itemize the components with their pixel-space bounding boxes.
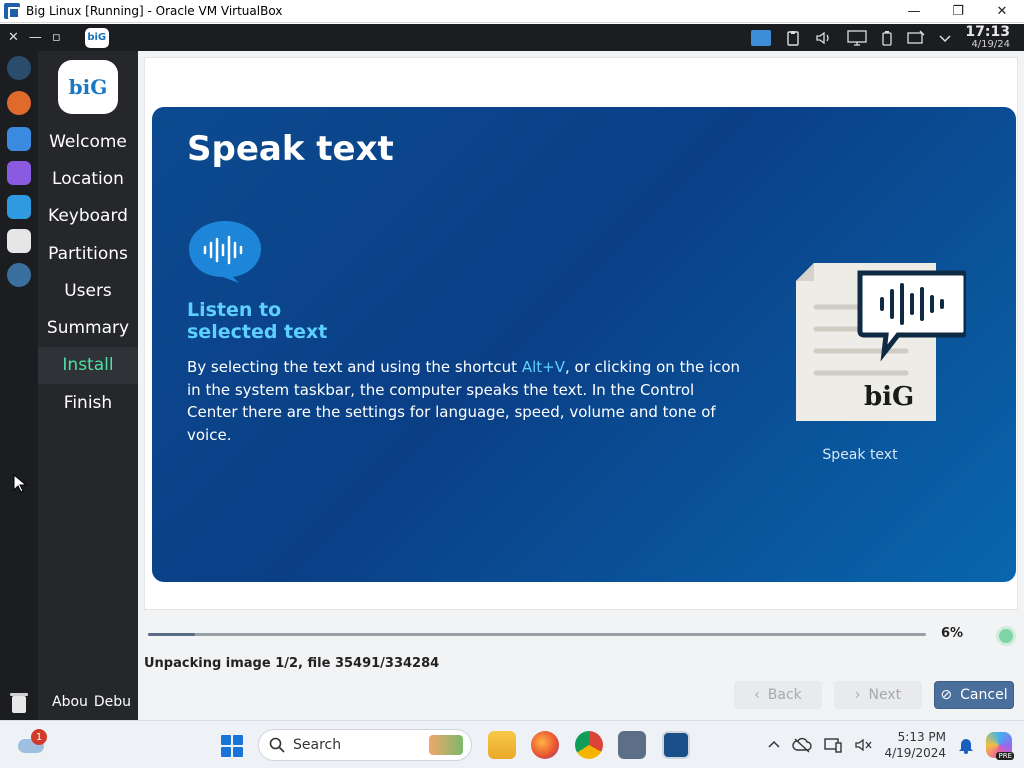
virtualbox-taskbar-icon[interactable]	[618, 731, 646, 759]
virtual-desktops-icon[interactable]	[751, 29, 772, 46]
progress-spinner-icon	[996, 626, 1016, 646]
installer-sidebar: biG Welcome Location Keyboard Partitions…	[38, 51, 138, 720]
back-button-label: Back	[767, 687, 802, 703]
step-location: Location	[52, 168, 124, 189]
chrome-icon[interactable]	[575, 731, 603, 759]
firefox-icon[interactable]	[531, 731, 559, 759]
guest-time: 17:13	[965, 24, 1010, 40]
weather-widget[interactable]: 1	[18, 729, 47, 755]
guest-top-panel: ✕ — ▫ biG 17:13 4/19/24	[0, 24, 1024, 51]
minimize-button[interactable]: —	[892, 0, 936, 23]
network-icon[interactable]	[907, 30, 925, 46]
step-users: Users	[64, 280, 112, 301]
guest-dock	[0, 51, 38, 720]
guest-restore-icon[interactable]: ▫	[52, 30, 61, 45]
desc-part1: By selecting the text and using the shor…	[187, 358, 522, 376]
close-button[interactable]: ✕	[980, 0, 1024, 23]
illustration-caption: Speak text	[822, 447, 898, 463]
volume-icon[interactable]	[815, 30, 833, 46]
speech-bubble-icon	[189, 221, 261, 283]
slideshow-slide: Speak text Listen to selected text By se…	[152, 107, 1016, 582]
copilot-preview-badge: PRE	[996, 752, 1014, 760]
file-manager-icon[interactable]	[7, 127, 31, 151]
installer-logo: biG	[58, 60, 118, 114]
system-tray: 5:13 PM 4/19/2024 PRE	[768, 721, 1024, 768]
about-link[interactable]: Abou	[52, 694, 88, 710]
guest-close-icon[interactable]: ✕	[8, 30, 19, 45]
brave-browser-icon[interactable]	[7, 91, 31, 115]
slide-description: By selecting the text and using the shor…	[187, 356, 747, 446]
windows-start-button[interactable]	[221, 735, 243, 757]
guest-date: 4/19/24	[971, 39, 1010, 50]
maximize-button[interactable]: ❐	[936, 0, 980, 23]
installer-steps: Welcome Location Keyboard Partitions Use…	[38, 123, 138, 421]
text-editor-icon[interactable]	[7, 195, 31, 219]
cancel-button[interactable]: ⊘ Cancel	[934, 681, 1014, 709]
display-icon[interactable]	[847, 29, 868, 46]
window-titlebar: Big Linux [Running] - Oracle VM VirtualB…	[0, 0, 1024, 23]
installer-main: Speak text Listen to selected text By se…	[138, 51, 1024, 720]
battery-icon[interactable]	[881, 30, 893, 46]
navigation-buttons: ‹ Back › Next ⊘ Cancel	[734, 681, 1014, 709]
step-install: Install	[38, 346, 138, 385]
volume-mute-icon[interactable]	[854, 737, 872, 753]
step-finish: Finish	[63, 392, 113, 413]
guest-minimize-icon[interactable]: —	[29, 30, 42, 45]
control-center-icon[interactable]	[7, 229, 31, 253]
notification-badge: 1	[31, 729, 47, 745]
cancel-button-label: Cancel	[960, 687, 1008, 703]
taskbar-search-box[interactable]: Search	[258, 729, 472, 761]
slide-title: Speak text	[187, 129, 394, 169]
cancel-icon: ⊘	[940, 687, 953, 703]
chevron-up-icon[interactable]	[768, 739, 780, 751]
install-progress: 6%	[148, 626, 1018, 646]
clipboard-icon[interactable]	[785, 30, 801, 46]
step-welcome: Welcome	[49, 131, 127, 152]
progress-percent: 6%	[941, 626, 964, 641]
mouse-cursor-icon	[13, 474, 27, 493]
display-settings-icon[interactable]	[824, 737, 843, 753]
slide-subtitle-line2: selected text	[187, 321, 328, 343]
notification-bell-icon[interactable]	[958, 736, 974, 754]
copilot-icon[interactable]: PRE	[986, 732, 1014, 760]
host-taskbar: 1 Search 5:13 PM 4/19/2024 PRE	[0, 720, 1024, 768]
back-button[interactable]: ‹ Back	[734, 681, 822, 709]
office-suite-icon[interactable]	[7, 161, 31, 185]
trash-icon[interactable]	[9, 691, 29, 715]
speak-text-document-icon: biG	[796, 263, 966, 421]
taskbar-clock[interactable]: 5:13 PM 4/19/2024	[884, 729, 946, 761]
next-button-label: Next	[868, 687, 902, 703]
search-placeholder: Search	[293, 737, 342, 753]
progress-fill	[148, 633, 195, 636]
cloud-sync-icon[interactable]	[792, 737, 813, 753]
taskbar-date: 4/19/2024	[884, 746, 946, 760]
search-icon	[269, 737, 285, 753]
next-button[interactable]: › Next	[834, 681, 922, 709]
slide-subtitle: Listen to selected text	[187, 299, 407, 343]
illustration-logo: biG	[864, 382, 914, 412]
installer-icon[interactable]	[7, 263, 31, 287]
install-status-text: Unpacking image 1/2, file 35491/334284	[144, 656, 440, 671]
shortcut-text: Alt+V	[521, 358, 565, 376]
virtualbox-icon	[4, 3, 20, 19]
search-highlight-icon	[429, 735, 463, 755]
progress-track	[148, 633, 926, 636]
biglinux-logo-icon[interactable]: biG	[84, 27, 109, 48]
debug-link[interactable]: Debu	[94, 694, 131, 710]
chevron-down-icon[interactable]	[939, 32, 951, 44]
step-partitions: Partitions	[48, 243, 128, 264]
file-explorer-icon[interactable]	[488, 731, 516, 759]
chevron-right-icon: ›	[854, 687, 861, 703]
step-keyboard: Keyboard	[48, 206, 128, 227]
step-summary: Summary	[46, 318, 130, 339]
window-title: Big Linux [Running] - Oracle VM VirtualB…	[26, 4, 283, 18]
guest-clock[interactable]: 17:13 4/19/24	[965, 25, 1010, 50]
taskbar-time: 5:13 PM	[897, 730, 946, 744]
slide-subtitle-line1: Listen to	[187, 299, 282, 321]
chevron-left-icon: ‹	[754, 687, 760, 703]
vm-window-taskbar-icon[interactable]	[662, 731, 690, 759]
biglinux-menu-icon[interactable]	[7, 56, 31, 80]
slideshow-frame: Speak text Listen to selected text By se…	[144, 57, 1018, 610]
